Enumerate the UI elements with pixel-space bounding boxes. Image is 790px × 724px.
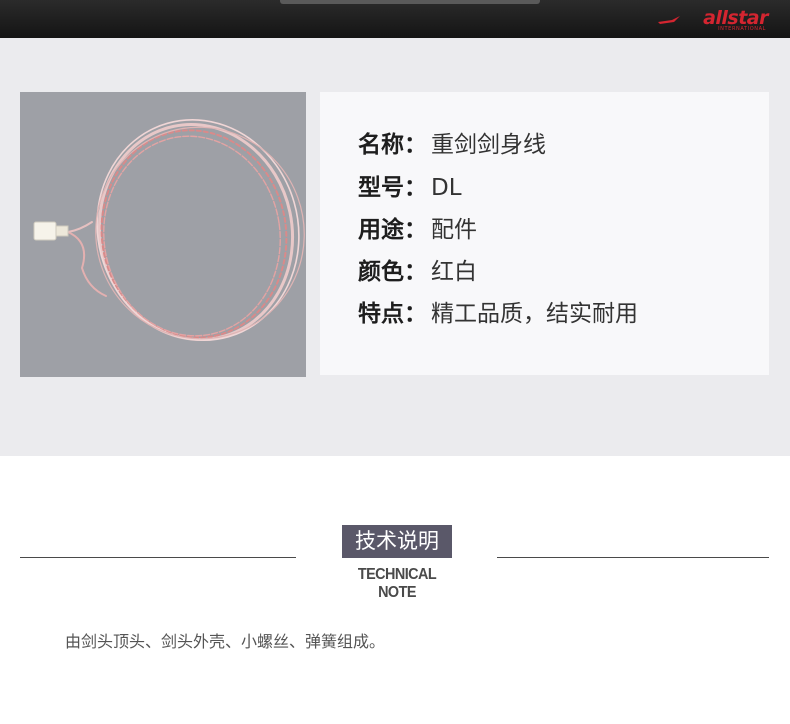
divider-right [497, 557, 769, 558]
product-photo [20, 92, 306, 377]
brand-subtitle: INTERNATIONAL [718, 26, 766, 32]
spec-label: 颜色： [358, 259, 427, 285]
spec-value: 重剑剑身线 [431, 132, 546, 158]
swoosh-icon [658, 16, 680, 24]
spec-label: 型号： [358, 175, 427, 201]
spec-value: 红白 [431, 259, 477, 285]
spec-row-name: 名称： 重剑剑身线 [358, 130, 546, 160]
section-subtitle: TECHNICAL NOTE [357, 566, 437, 601]
spec-label: 特点： [358, 301, 427, 327]
spec-value: 配件 [431, 217, 477, 243]
spec-row-use: 用途： 配件 [358, 215, 477, 245]
brand-logo[interactable]: allstar INTERNATIONAL [648, 8, 768, 34]
brand-name: allstar [703, 7, 768, 29]
spec-row-feature: 特点： 精工品质，结实耐用 [358, 299, 638, 329]
banner-highlight [280, 0, 540, 4]
divider-left [20, 557, 296, 558]
top-banner: allstar INTERNATIONAL [0, 0, 790, 38]
spec-value: 精工品质，结实耐用 [431, 301, 638, 327]
section-title: 技术说明 [342, 525, 452, 558]
spec-label: 用途： [358, 217, 427, 243]
section-description: 由剑头顶头、剑头外壳、小螺丝、弹簧组成。 [65, 632, 386, 651]
spec-label: 名称： [358, 132, 427, 158]
spec-panel: 名称： 重剑剑身线 型号： DL 用途： 配件 颜色： 红白 特点： 精工品质，结实耐用 [320, 92, 769, 375]
spec-value: DL [431, 175, 462, 201]
spec-row-color: 颜色： 红白 [358, 257, 477, 287]
spec-row-model: 型号： DL [358, 173, 462, 203]
coiled-body-wire-image [33, 118, 305, 342]
